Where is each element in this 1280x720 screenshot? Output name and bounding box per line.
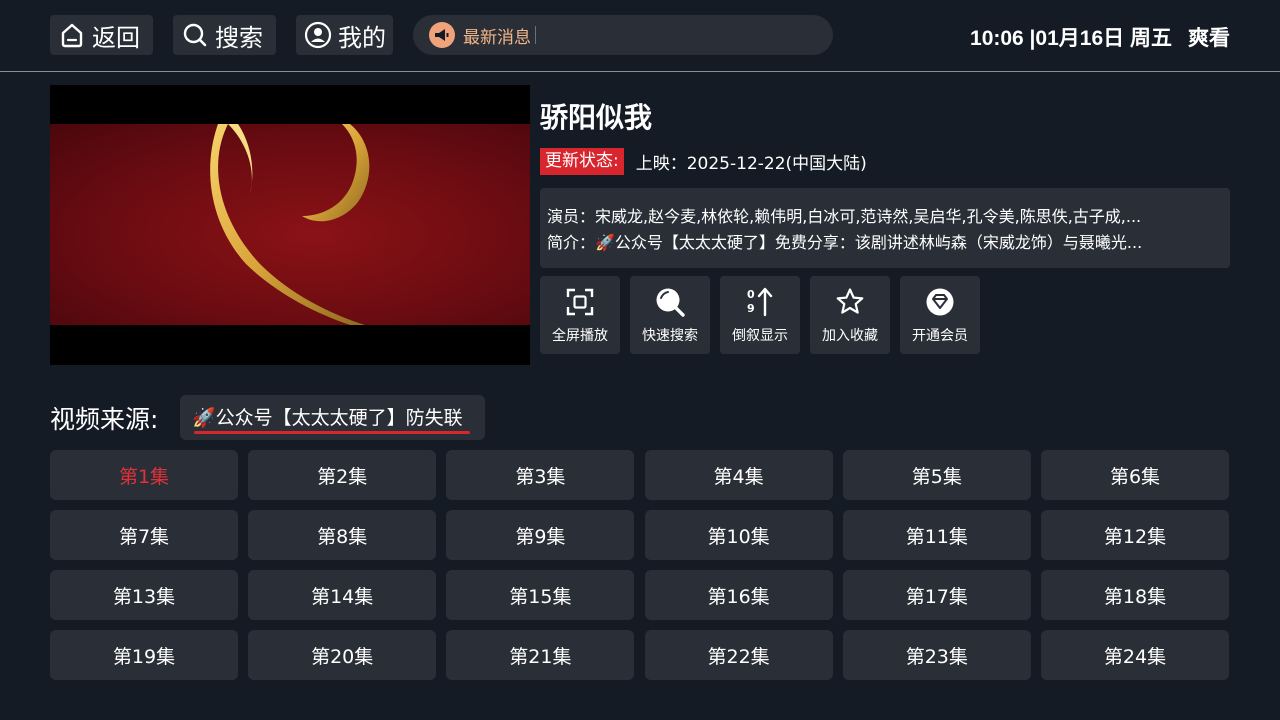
source-tab[interactable]: 🚀公众号【太太太硬了】防失联 [180, 395, 485, 440]
user-icon [304, 21, 332, 49]
episode-button[interactable]: 第5集 [842, 450, 1031, 500]
video-player[interactable] [50, 85, 530, 365]
vip-label: 开通会员 [912, 328, 968, 344]
search-icon [181, 21, 209, 49]
svg-text:0: 0 [747, 288, 755, 301]
episode-button[interactable]: 第15集 [446, 570, 635, 620]
source-tab-label: 🚀公众号【太太太硬了】防失联 [192, 407, 463, 429]
episode-button[interactable]: 第1集 [50, 450, 238, 500]
source-tab-underline [194, 431, 470, 434]
clock: 10:06 |01月16日 周五 爽看 [970, 22, 1230, 52]
episode-button[interactable]: 第3集 [446, 450, 635, 500]
episode-button[interactable]: 第16集 [644, 570, 833, 620]
episode-button[interactable]: 第19集 [50, 630, 238, 680]
episode-button[interactable]: 第9集 [446, 510, 635, 560]
home-icon [58, 21, 86, 49]
info-box: 演员：宋威龙,赵今麦,林依轮,赖伟明,白冰可,范诗然,吴启华,孔令美,陈思佚,古… [540, 188, 1230, 268]
text-cursor [535, 26, 536, 44]
release-date: 上映：2025-12-22(中国大陆) [635, 154, 867, 174]
svg-text:9: 9 [747, 302, 755, 315]
diamond-icon [924, 286, 956, 318]
episode-button[interactable]: 第11集 [842, 510, 1031, 560]
quick-search-button[interactable]: 快速搜索 [630, 276, 710, 354]
megaphone-icon [429, 22, 455, 48]
episode-button[interactable]: 第12集 [1041, 510, 1229, 560]
episode-button[interactable]: 第13集 [50, 570, 238, 620]
episode-button[interactable]: 第14集 [248, 570, 437, 620]
episode-button[interactable]: 第4集 [644, 450, 833, 500]
fullscreen-icon [564, 286, 596, 318]
episode-button[interactable]: 第18集 [1041, 570, 1229, 620]
episode-button[interactable]: 第6集 [1041, 450, 1229, 500]
favorite-label: 加入收藏 [822, 328, 878, 344]
video-frame [50, 124, 530, 325]
favorite-button[interactable]: 加入收藏 [810, 276, 890, 354]
sort-icon: 09 [744, 286, 776, 318]
episode-button[interactable]: 第20集 [248, 630, 437, 680]
app-name: 爽看 [1188, 27, 1230, 50]
news-ticker[interactable]: 最新消息 [413, 15, 833, 55]
episode-button[interactable]: 第24集 [1041, 630, 1229, 680]
cast-line: 演员：宋威龙,赵今麦,林依轮,赖伟明,白冰可,范诗然,吴启华,孔令美,陈思佚,古… [547, 207, 1142, 226]
time-date: 10:06 |01月16日 周五 [970, 27, 1172, 50]
episode-button[interactable]: 第7集 [50, 510, 238, 560]
episode-button[interactable]: 第2集 [248, 450, 437, 500]
status-badge: 更新状态: [540, 148, 624, 175]
news-text: 最新消息 [463, 27, 531, 48]
fullscreen-label: 全屏播放 [552, 328, 608, 344]
reverse-order-label: 倒叙显示 [732, 328, 788, 344]
star-icon [834, 286, 866, 318]
status-row: 更新状态: 上映：2025-12-22(中国大陆) [540, 148, 867, 175]
intro-line: 简介：🚀公众号【太太太硬了】免费分享：该剧讲述林屿森（宋威龙饰）与聂曦光... [547, 233, 1143, 252]
mine-label: 我的 [338, 23, 386, 52]
episode-button[interactable]: 第23集 [842, 630, 1031, 680]
episode-button[interactable]: 第22集 [644, 630, 833, 680]
episode-button[interactable]: 第17集 [842, 570, 1031, 620]
search-label: 搜索 [215, 23, 263, 52]
search-icon [654, 286, 686, 318]
search-button[interactable]: 搜索 [173, 15, 276, 55]
back-button[interactable]: 返回 [50, 15, 153, 55]
video-title: 骄阳似我 [540, 101, 653, 134]
quick-search-label: 快速搜索 [642, 328, 698, 344]
reverse-order-button[interactable]: 09 倒叙显示 [720, 276, 800, 354]
video-thumbnail [210, 124, 370, 325]
top-bar: 返回 搜索 我的 最新消息 10:06 |01月16日 周五 爽看 [0, 0, 1280, 72]
episode-button[interactable]: 第21集 [446, 630, 635, 680]
episode-button[interactable]: 第10集 [644, 510, 833, 560]
source-label: 视频来源: [50, 405, 159, 434]
back-label: 返回 [92, 23, 140, 52]
episode-button[interactable]: 第8集 [248, 510, 437, 560]
mine-button[interactable]: 我的 [296, 15, 393, 55]
fullscreen-button[interactable]: 全屏播放 [540, 276, 620, 354]
vip-button[interactable]: 开通会员 [900, 276, 980, 354]
